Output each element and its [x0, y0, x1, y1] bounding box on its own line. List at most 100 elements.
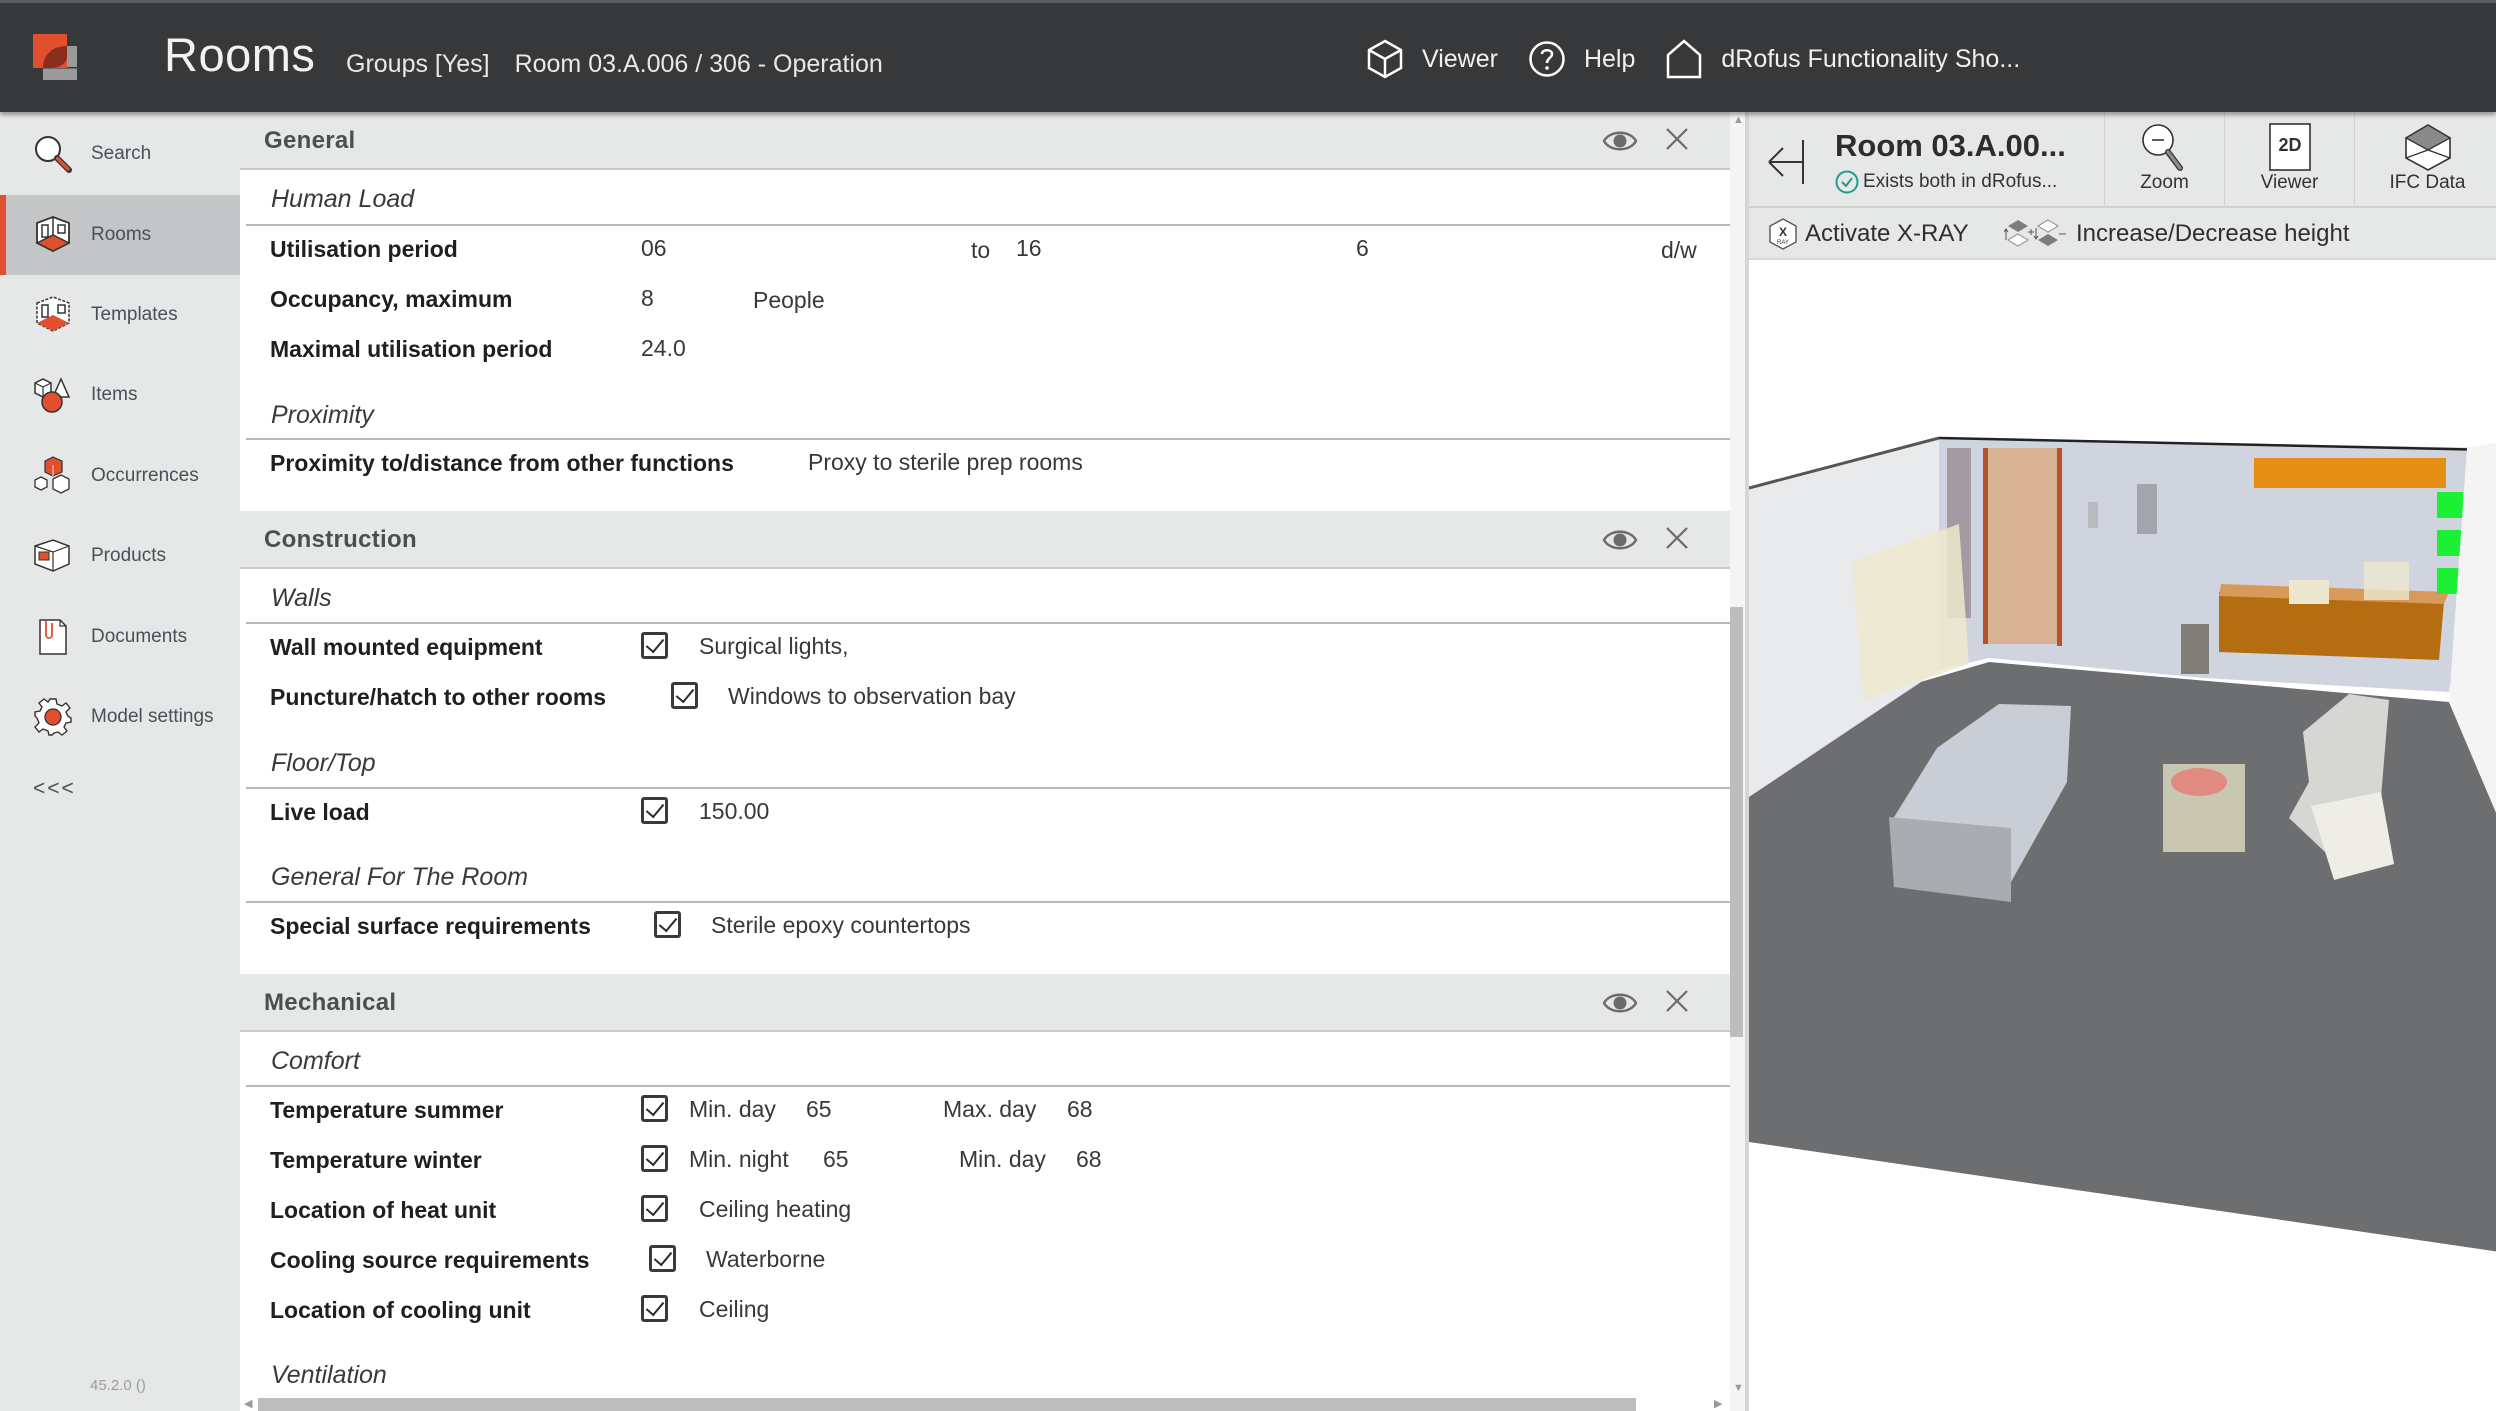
- documents-icon: [39, 619, 67, 655]
- close-icon[interactable]: [1663, 524, 1691, 552]
- eye-icon[interactable]: [1602, 126, 1638, 156]
- 3d-model-view[interactable]: [1749, 262, 2496, 1411]
- help-button[interactable]: Help: [1528, 40, 1635, 78]
- breadcrumb-room[interactable]: Room 03.A.006 / 306 - Operation: [515, 50, 883, 78]
- close-icon[interactable]: [1663, 125, 1691, 153]
- maximal-utilisation-value[interactable]: 24.0: [641, 335, 686, 362]
- viewer-toolbar: X RAY Activate X-RAY Increase/Decrease h…: [1749, 208, 2496, 260]
- cooling-source-value[interactable]: Waterborne: [706, 1246, 825, 1273]
- home-icon: [1667, 39, 1702, 79]
- group-title-proximity: Proximity: [271, 401, 374, 429]
- viewer-button[interactable]: Viewer: [1366, 39, 1498, 79]
- sidebar-item-rooms[interactable]: Rooms: [0, 195, 240, 275]
- field-label-cooling-unit: Location of cooling unit: [270, 1297, 531, 1323]
- section-header-mechanical[interactable]: Mechanical: [240, 974, 1730, 1032]
- group-title-walls: Walls: [271, 584, 332, 612]
- viewer-status-text: Exists both in dRofus...: [1863, 171, 2058, 192]
- wall-mounted-value[interactable]: Surgical lights,: [699, 633, 849, 660]
- puncture-checkbox[interactable]: [671, 682, 698, 709]
- zoom-tool-label: Zoom: [2140, 172, 2189, 193]
- temp-winter-b-value[interactable]: 68: [1076, 1146, 1102, 1173]
- zoom-tool-button[interactable]: Zoom: [2104, 112, 2224, 208]
- sidebar-item-products[interactable]: Products: [0, 516, 240, 596]
- field-label-live-load: Live load: [270, 799, 370, 825]
- breadcrumb-groups[interactable]: Groups [Yes]: [346, 50, 490, 78]
- horizontal-scrollbar-thumb[interactable]: [258, 1398, 1636, 1411]
- temp-summer-b-value[interactable]: 68: [1067, 1096, 1093, 1123]
- heat-unit-value[interactable]: Ceiling heating: [699, 1196, 851, 1223]
- project-label: dRofus Functionality Sho...: [1721, 44, 2021, 73]
- ifc-data-tool-button[interactable]: IFC Data: [2354, 112, 2496, 208]
- wall-mounted-checkbox[interactable]: [641, 632, 668, 659]
- live-load-value[interactable]: 150.00: [699, 798, 769, 825]
- special-surface-value[interactable]: Sterile epoxy countertops: [711, 912, 971, 939]
- help-label: Help: [1583, 44, 1636, 73]
- sidebar-label-templates: Templates: [91, 304, 178, 325]
- room-properties-panel: General Human Load Utilisation period 06…: [240, 112, 1745, 1411]
- proximity-value[interactable]: Proxy to sterile prep rooms: [808, 449, 1083, 476]
- 2d-viewer-tool-label: Viewer: [2260, 172, 2319, 193]
- puncture-value[interactable]: Windows to observation bay: [728, 683, 1016, 710]
- drofus-logo-icon: [33, 34, 77, 80]
- heat-unit-checkbox[interactable]: [641, 1195, 668, 1222]
- vertical-scrollbar-thumb[interactable]: [1730, 607, 1743, 1037]
- 2d-viewer-icon: 2D: [2268, 123, 2311, 171]
- divider: [246, 787, 1730, 789]
- special-surface-checkbox[interactable]: [654, 911, 681, 938]
- project-button[interactable]: dRofus Functionality Sho...: [1665, 39, 2020, 79]
- viewer-header: Room 03.A.00... Exists both in dRofus...…: [1749, 112, 2496, 208]
- close-icon[interactable]: [1663, 987, 1691, 1015]
- sidebar-item-documents[interactable]: Documents: [0, 597, 240, 677]
- scroll-down-arrow-icon[interactable]: ▼: [1733, 1382, 1744, 1394]
- increase-decrease-height-button[interactable]: Increase/Decrease height: [2004, 218, 2350, 250]
- products-icon: [34, 539, 70, 572]
- cooling-unit-value[interactable]: Ceiling: [699, 1296, 769, 1323]
- live-load-checkbox[interactable]: [641, 797, 668, 824]
- utilisation-from-value[interactable]: 06: [641, 235, 667, 262]
- temp-winter-a-value[interactable]: 65: [823, 1146, 849, 1173]
- 2d-badge-text: 2D: [2278, 135, 2301, 155]
- temp-winter-checkbox[interactable]: [641, 1145, 668, 1172]
- 2d-viewer-tool-button[interactable]: 2D Viewer: [2224, 112, 2354, 208]
- sidebar-item-items[interactable]: Items: [0, 355, 240, 435]
- temp-summer-a-value[interactable]: 65: [806, 1096, 832, 1123]
- sidebar-label-items: Items: [91, 384, 138, 405]
- section-title-general: General: [264, 127, 356, 154]
- temp-winter-b-label: Min. day: [959, 1146, 1046, 1172]
- sidebar-item-search[interactable]: Search: [0, 114, 240, 194]
- help-circle-icon: [1529, 41, 1565, 77]
- scroll-up-arrow-icon[interactable]: ▲: [1733, 114, 1744, 126]
- scroll-right-arrow-icon[interactable]: ▶: [1714, 1397, 1722, 1410]
- field-label-maximal-utilisation: Maximal utilisation period: [270, 336, 553, 362]
- cooling-unit-checkbox[interactable]: [641, 1295, 668, 1322]
- viewer-panel: Room 03.A.00... Exists both in dRofus...…: [1745, 112, 2496, 1411]
- scroll-left-arrow-icon[interactable]: ◀: [244, 1397, 252, 1410]
- version-label: 45.2.0 (): [90, 1377, 146, 1394]
- templates-icon: [36, 296, 70, 332]
- field-label-temp-winter: Temperature winter: [270, 1147, 482, 1173]
- field-label-special-surface: Special surface requirements: [270, 913, 591, 939]
- svg-text:X: X: [1779, 225, 1787, 239]
- section-header-general[interactable]: General: [240, 112, 1730, 170]
- sidebar-item-model-settings[interactable]: Model settings: [0, 677, 240, 757]
- sidebar-label-model-settings: Model settings: [91, 706, 214, 727]
- utilisation-days-value[interactable]: 6: [1356, 235, 1369, 262]
- back-arrow-icon[interactable]: [1767, 136, 1811, 188]
- collapse-sidebar-button[interactable]: <<<: [33, 777, 76, 801]
- field-label-heat-unit: Location of heat unit: [270, 1197, 497, 1223]
- occupancy-value[interactable]: 8: [641, 285, 654, 312]
- gear-icon: [34, 698, 72, 736]
- temp-summer-checkbox[interactable]: [641, 1095, 668, 1122]
- sidebar-item-templates[interactable]: Templates: [0, 275, 240, 355]
- sidebar-label-occurrences: Occurrences: [91, 465, 199, 486]
- activate-xray-button[interactable]: X RAY Activate X-RAY: [1769, 218, 1969, 250]
- eye-icon[interactable]: [1602, 988, 1638, 1018]
- section-header-construction[interactable]: Construction: [240, 511, 1730, 569]
- cooling-source-checkbox[interactable]: [649, 1245, 676, 1272]
- sidebar-label-products: Products: [91, 545, 166, 566]
- eye-icon[interactable]: [1602, 525, 1638, 555]
- utilisation-to-value[interactable]: 16: [1016, 235, 1042, 262]
- sidebar-item-occurrences[interactable]: Occurrences: [0, 436, 240, 516]
- ifc-data-icon: [2404, 124, 2451, 171]
- temp-summer-a-label: Min. day: [689, 1096, 776, 1122]
